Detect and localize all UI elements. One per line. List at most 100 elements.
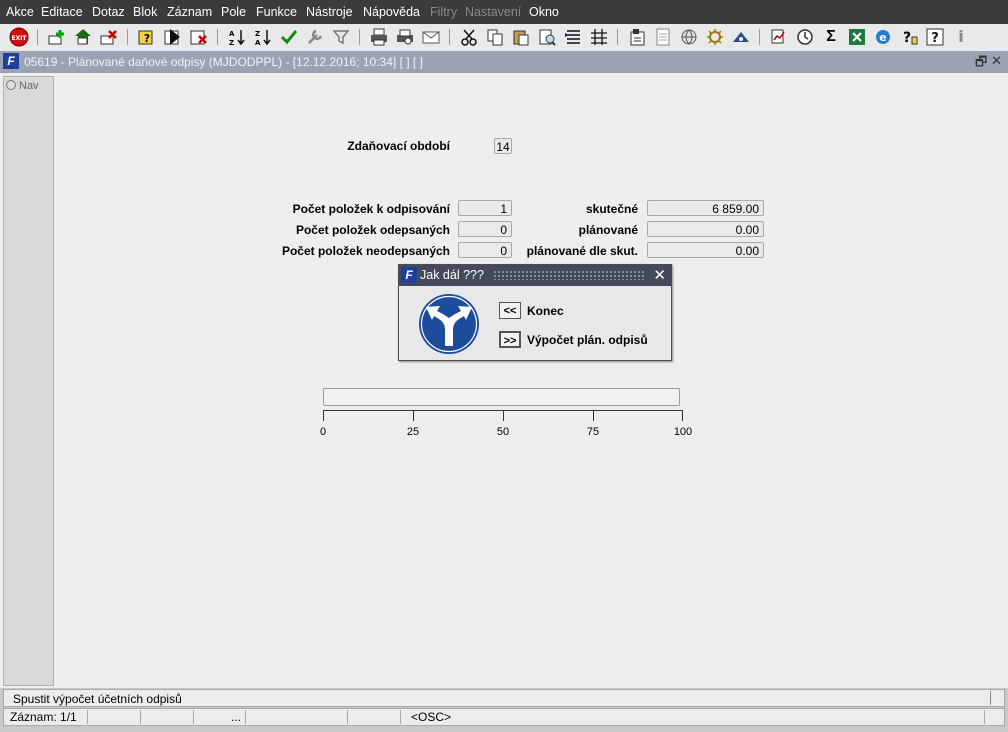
progress-tick <box>413 410 414 421</box>
menu-dotaz[interactable]: Dotaz <box>92 5 125 19</box>
record-indicator: Záznam: 1/1 <box>10 710 88 724</box>
progress-tick-label: 100 <box>673 426 693 438</box>
status-cell <box>251 710 348 724</box>
cancel-query-icon[interactable] <box>189 27 209 47</box>
calculate-button[interactable]: >> <box>499 331 521 348</box>
restore-icon[interactable]: 🗗 <box>975 53 987 75</box>
list-icon[interactable] <box>563 27 583 47</box>
road-fork-icon <box>418 293 480 358</box>
menu-napoveda[interactable]: Nápověda <box>363 5 420 19</box>
run-query-icon[interactable] <box>163 27 183 47</box>
progress-tick-label: 0 <box>319 426 327 438</box>
mail-icon[interactable] <box>421 27 441 47</box>
grid-icon[interactable] <box>589 27 609 47</box>
status-ellipsis: ... <box>198 710 246 724</box>
next-step-dialog: F Jak dál ??? ✕ << Konec >> Výpočet plán… <box>398 264 672 361</box>
menu-blok[interactable]: Blok <box>133 5 157 19</box>
menu-nastroje[interactable]: Nástroje <box>306 5 353 19</box>
planned-actual-label: plánované dle skut. <box>526 244 638 258</box>
settings-wheel-icon[interactable] <box>705 27 725 47</box>
document-icon[interactable] <box>653 27 673 47</box>
count-not-depreciated-label: Počet položek neodepsaných <box>281 244 450 258</box>
menu-pole[interactable]: Pole <box>221 5 246 19</box>
count-to-depreciate-label: Počet položek k odpisování <box>292 202 450 216</box>
window-title: 05619 - Plánované daňové odpisy (MJDODPP… <box>24 55 423 69</box>
menu-zaznam[interactable]: Záznam <box>167 5 212 19</box>
app-logo-icon: F <box>3 53 19 69</box>
find-icon[interactable] <box>537 27 557 47</box>
menu-filtry[interactable]: Filtry <box>430 5 457 19</box>
status-bar: Záznam: 1/1 ... <OSC> <box>3 708 1005 726</box>
progress-tick <box>682 410 683 421</box>
report-icon[interactable] <box>769 27 789 47</box>
exit-icon[interactable]: EXIT <box>9 27 29 47</box>
message-bar: Spustit výpočet účetních odpisů <box>3 689 1005 707</box>
paste-icon[interactable] <box>511 27 531 47</box>
mode-indicator: <OSC> <box>405 710 985 724</box>
copy-icon[interactable] <box>485 27 505 47</box>
status-message: Spustit výpočet účetních odpisů <box>13 692 182 706</box>
query-icon[interactable]: ? <box>137 27 157 47</box>
planned-field[interactable]: 0.00 <box>647 221 764 237</box>
confirm-icon[interactable] <box>279 27 299 47</box>
svg-text:e: e <box>879 31 886 44</box>
svg-text:Z: Z <box>255 30 260 38</box>
planned-actual-field[interactable]: 0.00 <box>647 242 764 258</box>
globe-icon[interactable] <box>679 27 699 47</box>
calculator-icon[interactable] <box>627 27 647 47</box>
menu-okno[interactable]: Okno <box>529 5 559 19</box>
save-record-icon[interactable] <box>73 27 93 47</box>
svg-text:Z: Z <box>229 39 234 46</box>
nav-label: Nav <box>19 80 39 92</box>
dialog-title: Jak dál ??? <box>420 268 484 282</box>
menu-funkce[interactable]: Funkce <box>256 5 297 19</box>
svg-text:A: A <box>255 39 261 46</box>
close-icon[interactable]: ✕ <box>991 53 1002 69</box>
actual-label: skutečné <box>585 202 638 216</box>
svg-text:?: ? <box>144 32 150 45</box>
dialog-close-icon[interactable]: ✕ <box>653 266 666 284</box>
count-depreciated-field[interactable]: 0 <box>458 221 512 237</box>
filter-icon[interactable] <box>331 27 351 47</box>
window-titlebar: F 05619 - Plánované daňové odpisy (MJDOD… <box>0 51 1008 73</box>
delete-record-icon[interactable] <box>99 27 119 47</box>
nav-button[interactable]: Nav <box>6 80 44 96</box>
count-depreciated-label: Počet položek odepsaných <box>295 223 450 237</box>
menu-editace[interactable]: Editace <box>41 5 83 19</box>
status-cell <box>145 710 194 724</box>
end-label: Konec <box>527 304 564 318</box>
drag-grip[interactable] <box>493 270 645 280</box>
sort-asc-icon[interactable]: AZ <box>227 27 247 47</box>
help-context-icon[interactable]: ? <box>899 27 919 47</box>
period-field[interactable]: 14 <box>494 138 512 154</box>
clock-icon[interactable] <box>795 27 815 47</box>
svg-text:?: ? <box>903 30 911 46</box>
tools-icon[interactable] <box>305 27 325 47</box>
print-icon[interactable] <box>369 27 389 47</box>
actual-field[interactable]: 6 859.00 <box>647 200 764 216</box>
progress-tick-label: 75 <box>586 426 600 438</box>
app-logo-icon: F <box>401 267 417 283</box>
status-cell <box>352 710 401 724</box>
sort-desc-icon[interactable]: ZA <box>253 27 273 47</box>
status-cell <box>92 710 141 724</box>
menu-nastaveni[interactable]: Nastavení <box>465 5 521 19</box>
info-icon[interactable]: ⅰ <box>951 27 971 47</box>
progress-tick-label: 25 <box>406 426 420 438</box>
help-icon[interactable]: ? <box>925 27 945 47</box>
progress-bar <box>323 388 680 406</box>
eye-icon[interactable] <box>731 27 751 47</box>
dialog-titlebar[interactable]: F Jak dál ??? ✕ <box>399 265 671 286</box>
end-button[interactable]: << <box>499 302 521 319</box>
menu-bar: Akce Editace Dotaz Blok Záznam Pole Funk… <box>0 0 1008 24</box>
print-preview-icon[interactable] <box>395 27 415 47</box>
insert-record-icon[interactable] <box>47 27 67 47</box>
calculate-label: Výpočet plán. odpisů <box>527 333 648 347</box>
ie-icon[interactable]: e <box>873 27 893 47</box>
sigma-icon[interactable]: Σ <box>821 27 841 47</box>
cut-icon[interactable] <box>459 27 479 47</box>
count-to-depreciate-field[interactable]: 1 <box>458 200 512 216</box>
progress-tick <box>503 410 504 421</box>
excel-icon[interactable] <box>847 27 867 47</box>
menu-akce[interactable]: Akce <box>6 5 34 19</box>
